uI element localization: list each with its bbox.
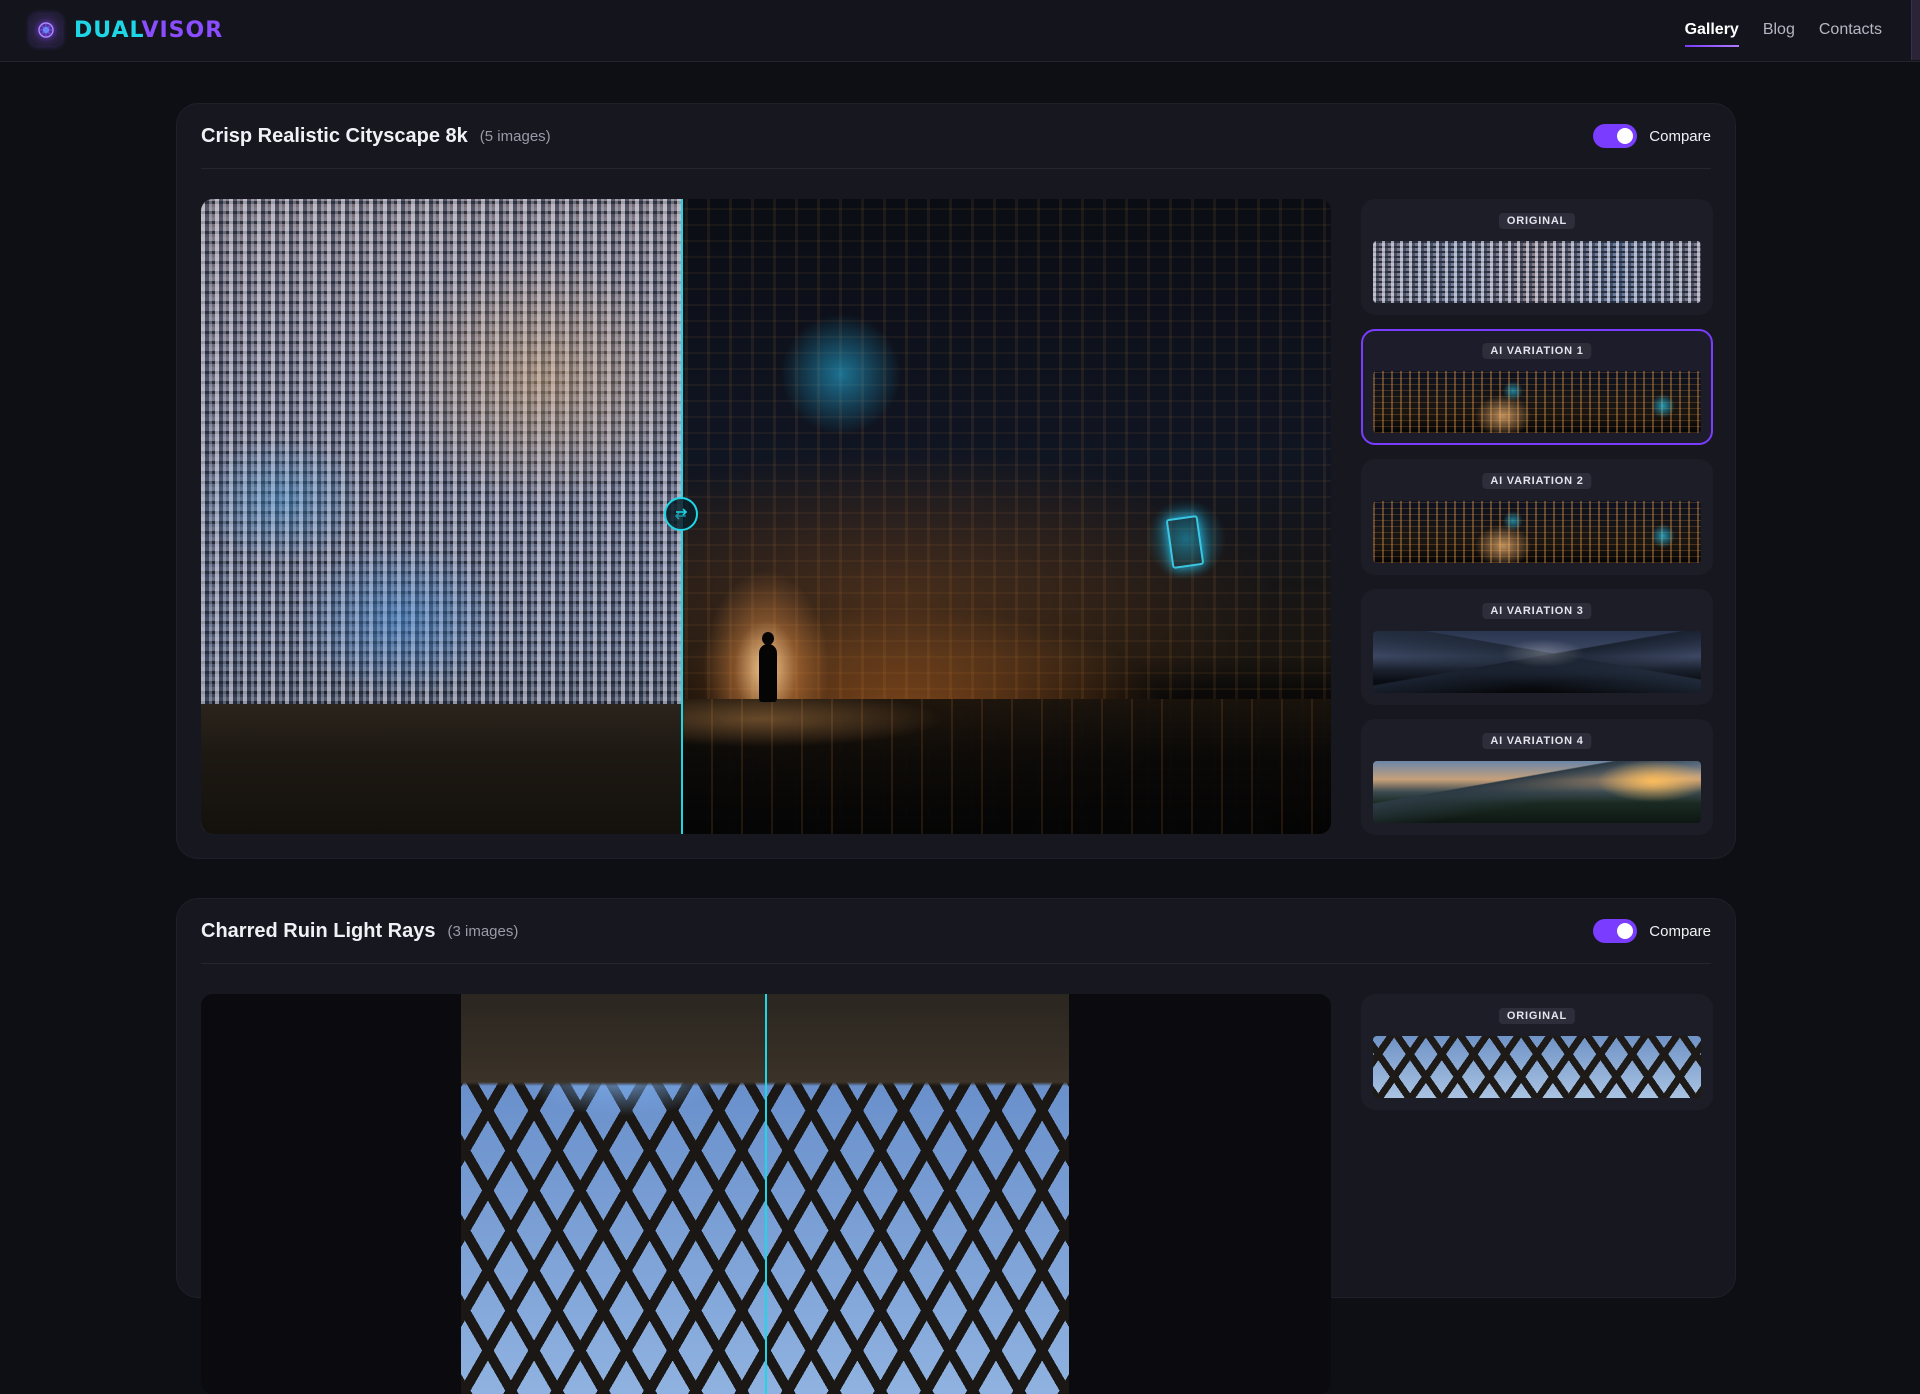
brand-name: DUALVISOR <box>74 18 223 43</box>
compare-control: Compare <box>1593 899 1711 963</box>
thumbnail-ai-variation-4[interactable]: AI VARIATION 4 <box>1361 719 1713 835</box>
original-image <box>201 199 681 834</box>
thumbnail-original[interactable]: ORIGINAL <box>1361 199 1713 315</box>
card-image-count: (5 images) <box>479 127 551 145</box>
gallery-card-charred-ruin: Charred Ruin Light Rays (3 images) Compa… <box>176 898 1736 1394</box>
thumbnail-ai-variation-1[interactable]: AI VARIATION 1 <box>1361 329 1713 445</box>
top-nav: DUALVISOR Gallery Blog Contacts <box>0 0 1920 62</box>
thumbnail-label: AI VARIATION 1 <box>1482 343 1592 359</box>
nav-link-contacts[interactable]: Contacts <box>1819 15 1882 45</box>
compare-divider-line[interactable] <box>765 994 767 1394</box>
thumbnail-image <box>1373 631 1701 693</box>
thumbnail-image <box>1373 1036 1701 1098</box>
thumbnail-ai-variation-2[interactable]: AI VARIATION 2 <box>1361 459 1713 575</box>
compare-viewer[interactable] <box>201 199 1331 834</box>
brand-logo-icon <box>30 14 62 46</box>
brand-logo[interactable]: DUALVISOR <box>30 14 223 46</box>
card-header: Charred Ruin Light Rays (3 images) Compa… <box>201 899 1711 964</box>
compare-toggle[interactable] <box>1593 919 1638 943</box>
thumbnail-label: AI VARIATION 4 <box>1482 733 1592 749</box>
thumbnail-ai-variation-3[interactable]: AI VARIATION 3 <box>1361 589 1713 705</box>
thumbnail-image <box>1373 761 1701 823</box>
brand-name-part1: DUAL <box>74 17 142 43</box>
card-title: Charred Ruin Light Rays <box>201 919 436 942</box>
nav-link-blog[interactable]: Blog <box>1763 15 1795 45</box>
card-header: Crisp Realistic Cityscape 8k (5 images) … <box>201 104 1711 169</box>
image-silhouette <box>759 632 777 702</box>
thumbnail-original[interactable]: ORIGINAL <box>1361 994 1713 1110</box>
thumbnail-image <box>1373 371 1701 433</box>
swap-arrows-icon <box>674 508 688 520</box>
nav-links: Gallery Blog Contacts <box>1684 0 1882 60</box>
compare-toggle[interactable] <box>1593 124 1638 148</box>
nav-link-gallery[interactable]: Gallery <box>1684 15 1740 47</box>
page-scrollbar[interactable] <box>1911 0 1920 60</box>
thumbnail-image <box>1373 241 1701 303</box>
compare-slider-handle[interactable] <box>664 497 698 531</box>
card-image-count: (3 images) <box>447 922 519 940</box>
compare-label: Compare <box>1649 922 1711 940</box>
thumbnail-label: AI VARIATION 3 <box>1482 603 1592 619</box>
thumbnail-image <box>1373 501 1701 563</box>
thumbnail-label: AI VARIATION 2 <box>1482 473 1592 489</box>
brand-name-part2: VISOR <box>141 17 224 43</box>
compare-control: Compare <box>1593 104 1711 168</box>
thumbnail-label: ORIGINAL <box>1498 1008 1576 1024</box>
image-neon-sign <box>1165 515 1205 569</box>
thumbnail-label: ORIGINAL <box>1498 213 1576 229</box>
compare-viewer[interactable] <box>201 994 1331 1394</box>
card-title: Crisp Realistic Cityscape 8k <box>201 124 468 147</box>
compare-label: Compare <box>1649 127 1711 145</box>
gallery-card-cityscape: Crisp Realistic Cityscape 8k (5 images) … <box>176 103 1736 859</box>
